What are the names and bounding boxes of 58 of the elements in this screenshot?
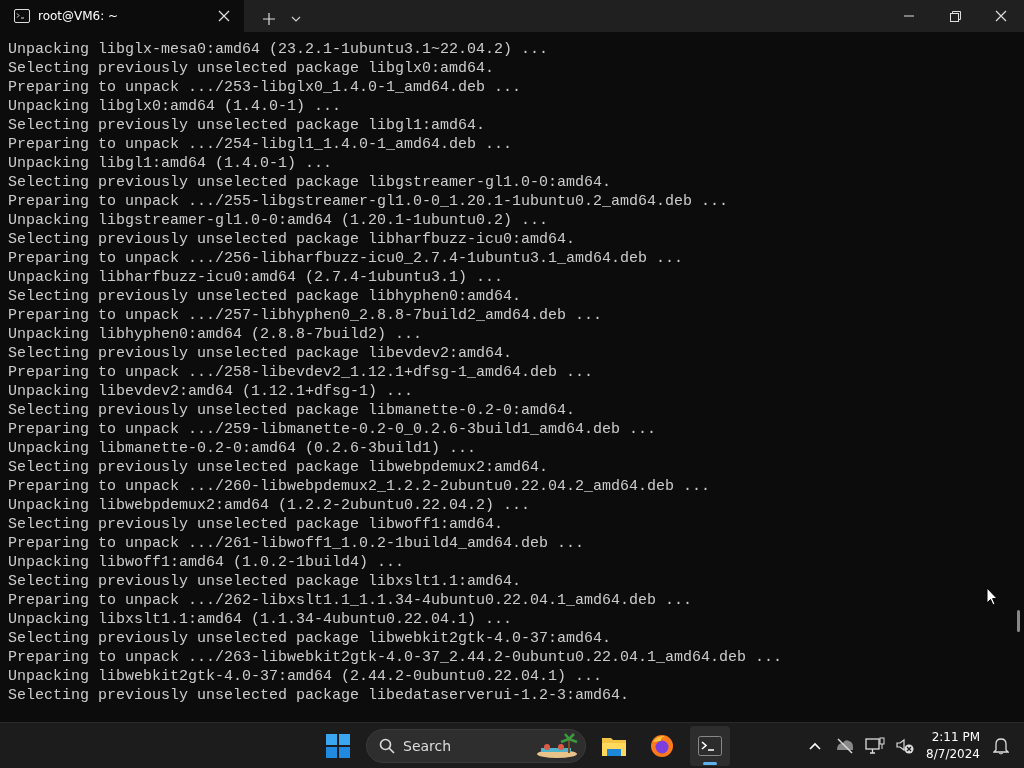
clock[interactable]: 2:11 PM 8/7/2024 bbox=[920, 729, 986, 763]
terminal-line: Selecting previously unselected package libwoff1:amd64. bbox=[8, 515, 504, 534]
terminal-line: Unpacking libglx-mesa0:amd64 (23.2.1-1ubuntu3.1~22.04.2) ... bbox=[8, 40, 549, 59]
terminal-line: Selecting previously unselected package libxslt1.1:amd64. bbox=[8, 572, 522, 591]
terminal-line: Unpacking libmanette-0.2-0:amd64 (0.2.6-3build1) ... bbox=[8, 439, 477, 458]
tab-title: root@VM6: ~ bbox=[38, 8, 120, 25]
clock-date: 8/7/2024 bbox=[926, 746, 980, 763]
terminal-line: Preparing to unpack .../259-libmanette-0.2-0_0.2.6-3build1_amd64.deb ... bbox=[8, 420, 657, 439]
terminal-line: Selecting previously unselected package libevdev2:amd64. bbox=[8, 344, 513, 363]
terminal-line: Selecting previously unselected package libglx0:amd64. bbox=[8, 59, 495, 78]
terminal-line: Selecting previously unselected package libgstreamer-gl1.0-0:amd64. bbox=[8, 173, 612, 192]
terminal-line: Selecting previously unselected package libgl1:amd64. bbox=[8, 116, 486, 135]
mouse-pointer-icon bbox=[986, 587, 998, 606]
terminal-line: Selecting previously unselected package libharfbuzz-icu0:amd64. bbox=[8, 230, 576, 249]
restore-icon bbox=[949, 10, 961, 22]
terminal-icon bbox=[698, 736, 722, 756]
terminal-line: Unpacking libharfbuzz-icu0:amd64 (2.7.4-1ubuntu3.1) ... bbox=[8, 268, 504, 287]
terminal-line: Selecting previously unselected package libwebpdemux2:amd64. bbox=[8, 458, 549, 477]
terminal-line: Unpacking libwebpdemux2:amd64 (1.2.2-2ubuntu0.22.04.2) ... bbox=[8, 496, 531, 515]
terminal-line: Preparing to unpack .../254-libgl1_1.4.0-1_amd64.deb ... bbox=[8, 135, 513, 154]
scrollbar-thumb[interactable] bbox=[1017, 610, 1020, 632]
browser-icon bbox=[649, 733, 675, 759]
terminal-line: Unpacking libgstreamer-gl1.0-0:amd64 (1.20.1-1ubuntu0.2) ... bbox=[8, 211, 549, 230]
terminal-line: Unpacking libwoff1:amd64 (1.0.2-1build4) ... bbox=[8, 553, 405, 572]
close-icon bbox=[218, 10, 230, 22]
minimize-icon bbox=[904, 15, 914, 17]
terminal-line: Preparing to unpack .../256-libharfbuzz-icu0_2.7.4-1ubuntu3.1_amd64.deb ... bbox=[8, 249, 684, 268]
terminal-line: Preparing to unpack .../261-libwoff1_1.0.2-1build4_amd64.deb ... bbox=[8, 534, 585, 553]
windows-logo bbox=[326, 734, 350, 758]
chevron-down-icon bbox=[291, 16, 301, 22]
close-icon bbox=[995, 10, 1007, 22]
terminal-line: Unpacking libhyphen0:amd64 (2.8.8-7build2) ... bbox=[8, 325, 423, 344]
terminal-line: Unpacking libxslt1.1:amd64 (1.1.34-4ubuntu0.22.04.1) ... bbox=[8, 610, 513, 629]
clock-time: 2:11 PM bbox=[930, 729, 980, 746]
terminal-line: Unpacking libwebkit2gtk-4.0-37:amd64 (2.44.2-0ubuntu0.22.04.1) ... bbox=[8, 667, 603, 686]
terminal-tab[interactable]: root@VM6: ~ bbox=[0, 0, 244, 32]
beach-icon bbox=[535, 733, 579, 759]
terminal-line: Preparing to unpack .../255-libgstreamer-gl1.0-0_1.20.1-1ubuntu0.2_amd64.deb ... bbox=[8, 192, 729, 211]
terminal-line: Unpacking libevdev2:amd64 (1.12.1+dfsg-1) ... bbox=[8, 382, 414, 401]
terminal-line: Preparing to unpack .../257-libhyphen0_2.8.8-7build2_amd64.deb ... bbox=[8, 306, 603, 325]
search-label: Search bbox=[403, 736, 453, 756]
terminal-line: Selecting previously unselected package libmanette-0.2-0:amd64. bbox=[8, 401, 576, 420]
terminal-line: Preparing to unpack .../253-libglx0_1.4.0-1_amd64.deb ... bbox=[8, 78, 522, 97]
terminal-line: Selecting previously unselected package libwebkit2gtk-4.0-37:amd64. bbox=[8, 629, 612, 648]
terminal-line: Unpacking libglx0:amd64 (1.4.0-1) ... bbox=[8, 97, 342, 116]
terminal-line: Preparing to unpack .../260-libwebpdemux2_1.2.2-2ubuntu0.22.04.2_amd64.deb ... bbox=[8, 477, 711, 496]
terminal-line: Unpacking libgl1:amd64 (1.4.0-1) ... bbox=[8, 154, 333, 173]
search-box[interactable]: Search bbox=[366, 729, 586, 763]
search-icon bbox=[379, 738, 395, 754]
terminal-line: Preparing to unpack .../262-libxslt1.1_1.1.34-4ubuntu0.22.04.1_amd64.deb ... bbox=[8, 591, 693, 610]
terminal-line: Preparing to unpack .../258-libevdev2_1.12.1+dfsg-1_amd64.deb ... bbox=[8, 363, 594, 382]
folder-icon bbox=[601, 735, 627, 757]
plus-icon bbox=[263, 13, 275, 25]
terminal-line: Preparing to unpack .../263-libwebkit2gtk-4.0-37_2.44.2-0ubuntu0.22.04.1_amd64.deb ... bbox=[8, 648, 783, 667]
terminal-icon bbox=[14, 9, 30, 23]
terminal-line: Selecting previously unselected package libhyphen0:amd64. bbox=[8, 287, 522, 306]
taskbar-terminal-button[interactable] bbox=[690, 726, 730, 766]
terminal-line: Selecting previously unselected package libedataserverui-1.2-3:amd64. bbox=[8, 686, 630, 705]
